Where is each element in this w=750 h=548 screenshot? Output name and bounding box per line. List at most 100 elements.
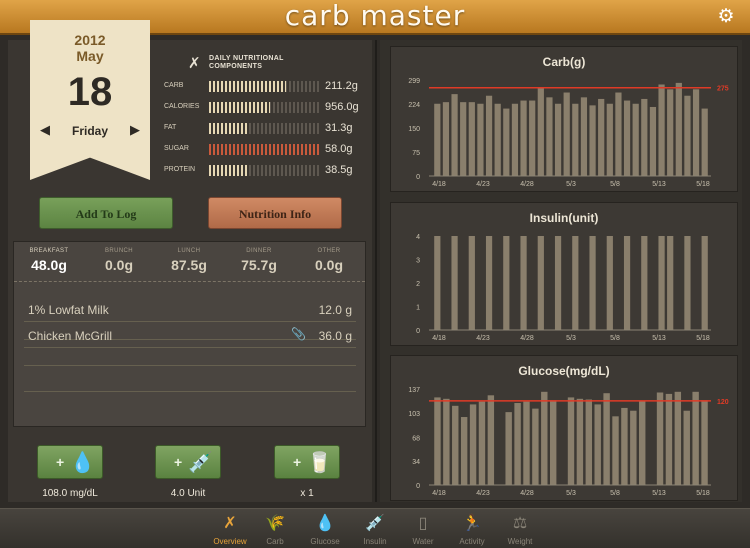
nutrient-bar-fill	[209, 81, 286, 92]
quick-log-button-insulin-syringe[interactable]: + 💉	[155, 445, 221, 479]
chart-bar	[623, 100, 631, 176]
meal-tabs: BREAKFAST 48.0g BRUNCH 0.0g LUNCH 87.5g DINNER…	[14, 242, 365, 282]
food-row-empty[interactable]	[24, 366, 356, 392]
carb-chart: Carb(g) 0 75 150 224 299 4/18 4/23 4/28 5/3 5/8 5/…	[390, 46, 738, 192]
chart-bar	[451, 94, 458, 176]
fork-knife-icon: ✗	[188, 55, 201, 72]
tab-weight[interactable]: ⚖ Weight	[497, 509, 543, 548]
y-tick-label: 137	[408, 387, 420, 394]
nutrient-row: CARB 211.2g	[160, 80, 365, 94]
chart-bar	[468, 236, 475, 330]
chart-bar	[572, 103, 579, 176]
meal-tab-breakfast[interactable]: BREAKFAST 48.0g	[14, 242, 84, 282]
tab-insulin[interactable]: 💉 Insulin	[352, 509, 398, 548]
food-amount: 12.0 g	[318, 303, 352, 317]
chart-bar	[612, 416, 619, 485]
tab-overview[interactable]: ✗ Overview	[207, 509, 253, 548]
chart-bar	[684, 236, 691, 330]
tab-label: Glucose	[310, 537, 340, 546]
gear-icon[interactable]: ⚙	[716, 7, 736, 27]
x-tick-label: 5/8	[610, 335, 620, 342]
plus-icon: +	[56, 454, 65, 470]
food-row[interactable]: Chicken McGrill 📎 36.0 g	[24, 322, 356, 348]
nutrition-info-button[interactable]: Nutrition Info	[208, 197, 342, 229]
carb-icon: 🌾	[265, 515, 285, 532]
chart-bar	[594, 404, 601, 485]
nutrient-value: 58.0g	[325, 143, 353, 155]
chart-bar	[434, 103, 441, 176]
chart-bar	[503, 108, 510, 176]
x-tick-label: 5/3	[566, 490, 576, 497]
x-tick-label: 5/18	[696, 490, 710, 497]
meal-tab-other[interactable]: OTHER 0.0g	[294, 242, 364, 282]
chart-bar	[485, 95, 493, 176]
nutrient-bar-fill	[209, 144, 319, 155]
meal-tab-label: LUNCH	[177, 248, 201, 254]
tab-label: Carb	[266, 537, 284, 546]
water-icon: ▯	[418, 515, 428, 532]
nutrient-label: FAT	[164, 124, 177, 131]
y-tick-label: 2	[416, 281, 420, 288]
water-cup-icon: 🥛	[307, 452, 332, 474]
chart-bar	[452, 405, 459, 485]
chart-bar	[623, 236, 631, 330]
nutrient-value: 956.0g	[325, 101, 359, 113]
chart-bar	[606, 236, 613, 330]
activity-icon: 🏃	[462, 515, 482, 532]
meal-tab-value: 48.0g	[31, 257, 67, 273]
meal-tab-brunch[interactable]: BRUNCH 0.0g	[84, 242, 154, 282]
nutrient-bar-fill	[209, 102, 270, 113]
chart-bar	[589, 105, 596, 176]
x-tick-label: 4/18	[432, 335, 446, 342]
meal-tab-value: 0.0g	[104, 257, 133, 273]
chart-bar	[683, 410, 690, 485]
chart-bar	[667, 89, 674, 176]
tab-water[interactable]: ▯ Water	[400, 509, 446, 548]
chart-bar	[468, 102, 475, 176]
quick-log-label: x 1	[300, 488, 314, 499]
plus-icon: +	[293, 454, 302, 470]
tab-carb[interactable]: 🌾 Carb	[252, 509, 298, 548]
chart-bar	[701, 108, 708, 176]
paperclip-icon[interactable]: 📎	[291, 327, 306, 341]
bottom-tab-bar: ✗ Overview 🌾 Carb 💧 Glucose 💉 Insulin ▯ Water 🏃 Act…	[0, 508, 750, 548]
meal-tab-label: BREAKFAST	[29, 248, 69, 254]
chart-bar	[451, 236, 458, 330]
x-tick-label: 5/8	[610, 181, 620, 188]
chart-bar	[665, 393, 673, 485]
chart-bar	[434, 236, 441, 330]
chart-bar	[477, 103, 484, 176]
next-day-icon[interactable]: ▶	[130, 122, 140, 138]
chart-bar	[460, 417, 468, 485]
tab-glucose[interactable]: 💧 Glucose	[302, 509, 348, 548]
chart-bar	[485, 236, 493, 330]
chart-bar	[580, 97, 588, 176]
x-tick-label: 5/13	[652, 181, 666, 188]
nutrient-bar	[209, 165, 319, 176]
target-label: 120	[717, 399, 729, 406]
chart-bar	[684, 95, 691, 176]
tab-label: Weight	[507, 537, 533, 546]
chart-bar	[615, 92, 622, 176]
chart-bar	[567, 397, 575, 485]
meal-tab-value: 87.5g	[171, 257, 207, 273]
chart-bar	[589, 236, 596, 330]
meal-tab-lunch[interactable]: LUNCH 87.5g	[154, 242, 224, 282]
nutrient-row: FAT 31.3g	[160, 122, 365, 136]
y-tick-label: 0	[416, 483, 420, 490]
chart-bar	[675, 82, 682, 176]
chart-bar	[434, 397, 441, 485]
x-tick-label: 5/18	[696, 335, 710, 342]
chart-bar	[505, 412, 512, 485]
nutrient-row: SUGAR 58.0g	[160, 143, 365, 157]
nutrient-value: 38.5g	[325, 164, 353, 176]
tab-activity[interactable]: 🏃 Activity	[449, 509, 495, 548]
x-tick-label: 4/18	[432, 181, 446, 188]
quick-log-button-glucose-drop[interactable]: + 💧	[37, 445, 103, 479]
quick-log-button-water-cup[interactable]: + 🥛	[274, 445, 340, 479]
x-tick-label: 4/23	[476, 335, 490, 342]
meal-tab-dinner[interactable]: DINNER 75.7g	[224, 242, 294, 282]
food-row[interactable]: 1% Lowfat Milk 12.0 g	[24, 296, 356, 322]
date-day: 18	[67, 70, 113, 114]
add-to-log-button[interactable]: Add To Log	[39, 197, 173, 229]
